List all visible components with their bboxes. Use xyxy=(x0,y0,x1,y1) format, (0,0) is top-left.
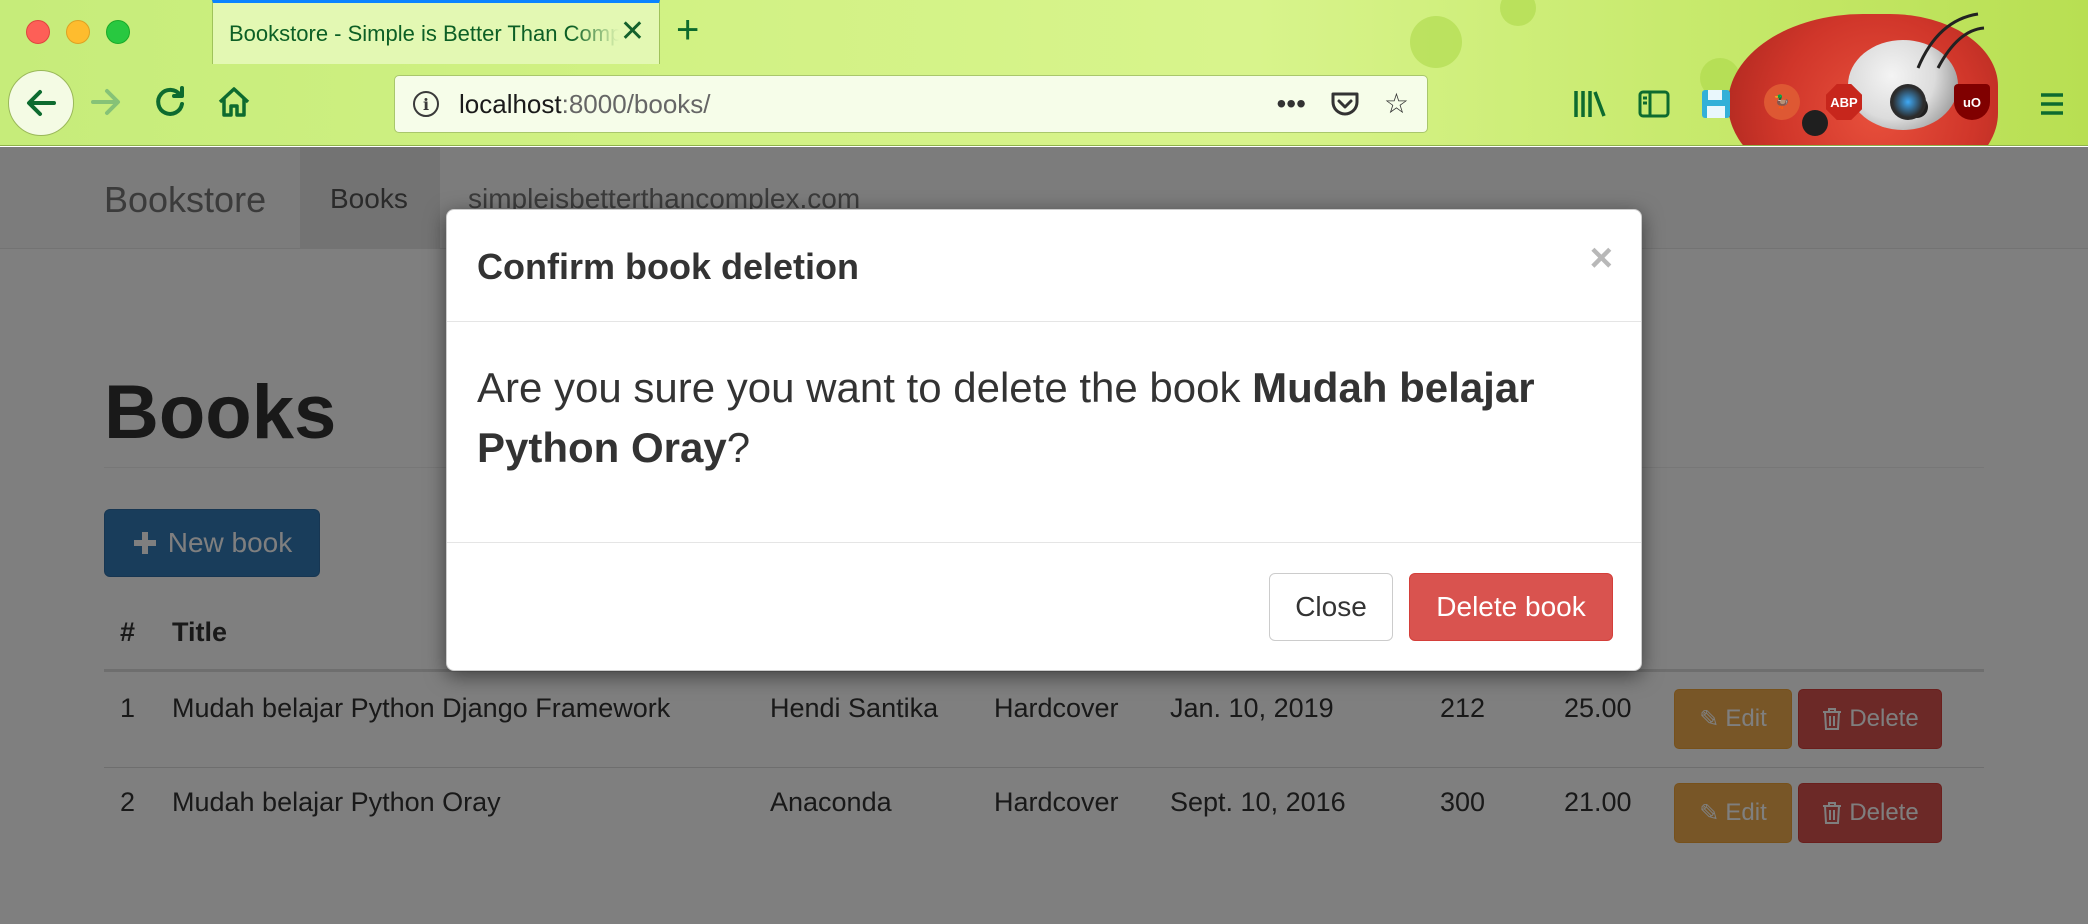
modal-body-suffix: ? xyxy=(726,424,751,471)
adblock-icon[interactable]: ABP xyxy=(1826,84,1862,120)
page-viewport: Bookstore Books simpleisbetterthancomple… xyxy=(0,147,2088,924)
delete-book-button[interactable]: Delete book xyxy=(1409,573,1613,641)
theme-decoration xyxy=(1500,0,1536,26)
lens-icon[interactable] xyxy=(1890,84,1926,120)
modal-title: Confirm book deletion xyxy=(477,246,859,287)
window-close-button[interactable] xyxy=(26,20,50,44)
close-icon[interactable]: × xyxy=(1590,238,1613,278)
url-text[interactable]: localhost:8000/books/ xyxy=(459,89,711,120)
ublock-icon[interactable]: uO xyxy=(1954,84,1990,120)
new-tab-button[interactable]: + xyxy=(676,8,699,52)
duckduckgo-icon[interactable]: 🦆 xyxy=(1764,84,1800,120)
theme-ladybug-spot xyxy=(1802,110,1828,136)
url-path: :8000/books/ xyxy=(561,88,711,119)
more-icon[interactable]: ••• xyxy=(1276,86,1305,122)
home-button[interactable] xyxy=(214,82,254,122)
window-minimize-button[interactable] xyxy=(66,20,90,44)
url-host: localhost xyxy=(459,88,562,119)
library-icon[interactable] xyxy=(1572,86,1608,122)
browser-tab[interactable]: Bookstore - Simple is Better Than Comple… xyxy=(212,0,660,64)
modal-body-prefix: Are you sure you want to delete the book xyxy=(477,364,1253,411)
browser-chrome: Bookstore - Simple is Better Than Comple… xyxy=(0,0,2088,146)
forward-button[interactable] xyxy=(86,82,126,122)
bookmark-star-icon[interactable]: ☆ xyxy=(1384,86,1409,122)
modal-body: Are you sure you want to delete the book… xyxy=(477,358,1587,478)
theme-decoration xyxy=(1410,16,1462,68)
reload-icon xyxy=(156,86,184,116)
back-button[interactable] xyxy=(8,70,74,136)
modal-header: Confirm book deletion × xyxy=(447,210,1641,322)
info-icon[interactable]: i xyxy=(413,91,439,117)
url-bar[interactable]: i localhost:8000/books/ ••• ☆ xyxy=(394,75,1428,133)
hamburger-menu-icon[interactable] xyxy=(2036,86,2068,122)
modal-footer: Close Delete book xyxy=(447,542,1641,672)
close-icon[interactable]: ✕ xyxy=(620,17,645,47)
url-actions: ••• ☆ xyxy=(1276,86,1409,122)
sidebar-icon[interactable] xyxy=(1636,86,1672,122)
confirm-delete-modal: Confirm book deletion × Are you sure you… xyxy=(446,209,1642,671)
reload-button[interactable] xyxy=(150,82,190,122)
theme-antenna xyxy=(1916,12,1985,69)
forward-arrow-icon xyxy=(91,89,120,115)
tab-title: Bookstore - Simple is Better Than Comple… xyxy=(229,20,619,46)
pocket-icon[interactable] xyxy=(1330,89,1360,119)
save-icon[interactable] xyxy=(1698,86,1734,122)
close-button[interactable]: Close xyxy=(1269,573,1393,641)
back-arrow-icon xyxy=(27,90,56,116)
window-zoom-button[interactable] xyxy=(106,20,130,44)
home-icon xyxy=(218,87,250,117)
